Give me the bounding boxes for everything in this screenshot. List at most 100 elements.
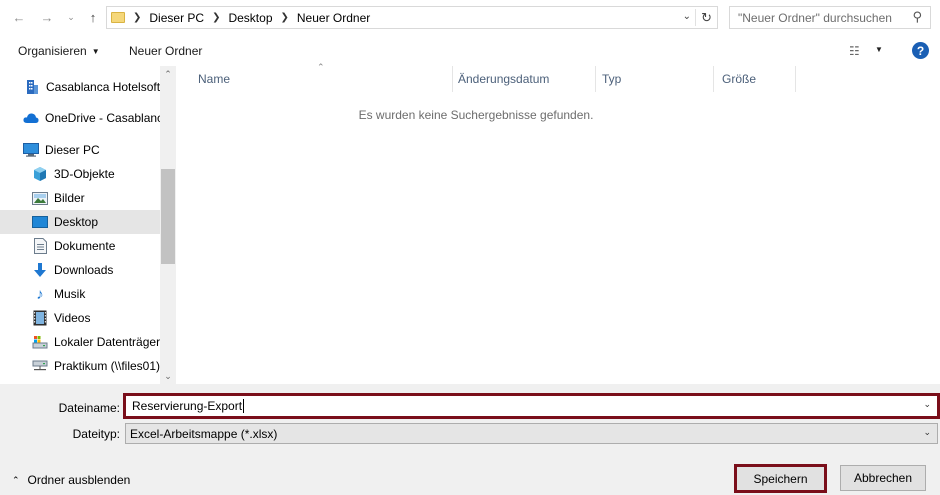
cancel-label: Abbrechen bbox=[853, 471, 913, 485]
breadcrumb-desktop[interactable]: Desktop bbox=[228, 11, 272, 25]
chevron-down-icon: ⌄ bbox=[923, 427, 931, 437]
chevron-down-icon[interactable]: ⌄ bbox=[923, 399, 931, 410]
sidebar-item-label: OneDrive - Casablanca bbox=[45, 111, 160, 125]
save-label: Speichern bbox=[753, 471, 808, 486]
save-button[interactable]: Speichern bbox=[734, 464, 827, 493]
arrow-right-icon: → bbox=[40, 9, 54, 25]
address-field[interactable]: ❯ Dieser PC ❯ Desktop ❯ Neuer Ordner ⌄ ↻ bbox=[106, 6, 718, 29]
sidebar-item-label: Dokumente bbox=[54, 239, 116, 253]
new-folder-button[interactable]: Neuer Ordner bbox=[129, 44, 202, 58]
cloud-icon bbox=[23, 110, 39, 126]
sidebar-item-label: Musik bbox=[54, 287, 86, 301]
chevron-right-icon: ❯ bbox=[212, 12, 221, 23]
breadcrumb-neuer-ordner[interactable]: Neuer Ordner bbox=[297, 11, 370, 25]
sidebar-scrollbar[interactable]: ⌃ ⌄ bbox=[160, 66, 176, 384]
address-bar-row: ← → ⌄ ↑ ❯ Dieser PC ❯ Desktop ❯ Neuer Or… bbox=[0, 0, 940, 36]
column-header-name[interactable]: Name bbox=[190, 66, 452, 92]
chevron-up-icon: ⌃ bbox=[12, 474, 20, 485]
filename-value: Reservierung-Export bbox=[132, 399, 243, 413]
filetype-select[interactable]: Excel-Arbeitsmappe (*.xlsx) ⌄ bbox=[125, 423, 938, 444]
sidebar-item-label: Lokaler Datenträger bbox=[54, 335, 160, 349]
hide-folders-button[interactable]: ⌃ Ordner ausblenden bbox=[12, 473, 130, 487]
search-icon: ⚲ bbox=[912, 9, 922, 24]
download-icon bbox=[32, 262, 48, 278]
sidebar-item-label: Casablanca Hotelsoftware bbox=[46, 80, 160, 94]
organize-label: Organisieren bbox=[18, 44, 87, 58]
sidebar-item-casablanca[interactable]: Casablanca Hotelsoftware bbox=[0, 75, 160, 99]
arrow-left-icon: ← bbox=[12, 9, 26, 25]
network-drive-icon bbox=[32, 358, 48, 374]
column-label: Name bbox=[198, 72, 231, 86]
view-options-icon[interactable]: ☷ bbox=[849, 44, 860, 58]
column-header-size[interactable]: Größe bbox=[714, 66, 796, 92]
caret-down-icon: ▼ bbox=[91, 47, 100, 56]
sidebar-item-dieser-pc[interactable]: Dieser PC bbox=[0, 138, 160, 162]
organize-button[interactable]: Organisieren ▼ bbox=[18, 44, 100, 58]
sidebar-item-label: 3D-Objekte bbox=[54, 167, 115, 181]
scroll-up-icon[interactable]: ⌃ bbox=[160, 66, 176, 82]
back-button[interactable]: ← bbox=[10, 8, 28, 26]
recent-locations-button[interactable]: ⌄ bbox=[62, 8, 80, 26]
building-icon bbox=[24, 79, 40, 95]
sidebar-item-label: Downloads bbox=[54, 263, 114, 277]
address-dropdown-icon[interactable]: ⌄ bbox=[683, 11, 691, 22]
scrollbar-thumb[interactable] bbox=[161, 169, 175, 264]
document-icon bbox=[32, 238, 48, 254]
filetype-label: Dateityp: bbox=[72, 427, 120, 441]
filetype-value: Excel-Arbeitsmappe (*.xlsx) bbox=[130, 426, 278, 441]
cube-icon bbox=[32, 166, 48, 182]
column-label: Größe bbox=[722, 72, 757, 86]
chevron-right-icon: ❯ bbox=[133, 12, 142, 23]
sidebar-item-3d-objekte[interactable]: 3D-Objekte bbox=[0, 162, 160, 186]
column-header-type[interactable]: Typ bbox=[594, 66, 713, 92]
refresh-icon[interactable]: ↻ bbox=[701, 10, 712, 26]
breadcrumb-dieser-pc[interactable]: Dieser PC bbox=[149, 11, 204, 25]
forward-button[interactable]: → bbox=[38, 8, 56, 26]
command-bar: Organisieren ▼ Neuer Ordner ☷ ▼ ? bbox=[0, 36, 940, 66]
filename-label: Dateiname: bbox=[58, 401, 120, 415]
folder-icon bbox=[111, 12, 125, 23]
sidebar-item-label: Dieser PC bbox=[45, 143, 100, 157]
sidebar-item-label: Desktop bbox=[54, 215, 99, 229]
divider bbox=[695, 9, 696, 26]
drive-icon bbox=[32, 334, 48, 350]
new-folder-label: Neuer Ordner bbox=[129, 44, 203, 58]
column-label: Typ bbox=[602, 72, 622, 86]
sidebar-item-desktop[interactable]: Desktop bbox=[0, 210, 160, 234]
sidebar-item-videos[interactable]: Videos bbox=[0, 306, 160, 330]
music-icon: ♪ bbox=[36, 285, 44, 303]
cancel-button[interactable]: Abbrechen bbox=[840, 465, 926, 491]
arrow-up-icon: ↑ bbox=[89, 9, 97, 25]
chevron-right-icon: ❯ bbox=[280, 12, 289, 23]
empty-results-message: Es wurden keine Suchergebnisse gefunden. bbox=[358, 108, 594, 122]
up-button[interactable]: ↑ bbox=[84, 8, 102, 26]
sidebar-item-bilder[interactable]: Bilder bbox=[0, 186, 160, 210]
navigation-pane: Casablanca Hotelsoftware OneDrive - Casa… bbox=[0, 66, 176, 384]
hide-folders-label: Ordner ausblenden bbox=[27, 473, 131, 487]
computer-icon bbox=[23, 142, 39, 158]
sidebar-item-dokumente[interactable]: Dokumente bbox=[0, 234, 160, 258]
text-cursor bbox=[243, 399, 245, 413]
sidebar-item-label: Videos bbox=[54, 311, 91, 325]
sidebar-item-musik[interactable]: ♪ Musik bbox=[0, 282, 160, 306]
sidebar-item-label: Bilder bbox=[54, 191, 85, 205]
column-divider[interactable] bbox=[795, 66, 796, 92]
help-icon[interactable]: ? bbox=[912, 42, 929, 59]
column-header-date[interactable]: Änderungsdatum bbox=[450, 66, 595, 92]
sidebar-item-onedrive[interactable]: OneDrive - Casablanca bbox=[0, 106, 160, 130]
file-list: ⌃ Name Änderungsdatum Typ Größe Es wurde… bbox=[176, 62, 940, 384]
sidebar-item-praktikum[interactable]: Praktikum (\\files01) bbox=[0, 354, 160, 378]
pictures-icon bbox=[32, 190, 48, 206]
filename-field[interactable]: Reservierung-Export ⌄ bbox=[123, 393, 940, 419]
sidebar-item-lokaler-datentraeger[interactable]: Lokaler Datenträger bbox=[0, 330, 160, 354]
scroll-down-icon[interactable]: ⌄ bbox=[160, 368, 176, 384]
save-panel: Dateiname: Reservierung-Export ⌄ Dateity… bbox=[0, 384, 940, 495]
sidebar-item-label: Praktikum (\\files01) bbox=[54, 359, 160, 373]
sidebar-item-downloads[interactable]: Downloads bbox=[0, 258, 160, 282]
search-input[interactable]: "Neuer Ordner" durchsuchen ⚲ bbox=[729, 6, 931, 29]
video-icon bbox=[32, 310, 48, 326]
search-placeholder: "Neuer Ordner" durchsuchen bbox=[738, 10, 892, 25]
column-label: Änderungsdatum bbox=[458, 72, 550, 86]
desktop-icon bbox=[32, 214, 48, 230]
caret-down-icon[interactable]: ▼ bbox=[875, 45, 883, 54]
